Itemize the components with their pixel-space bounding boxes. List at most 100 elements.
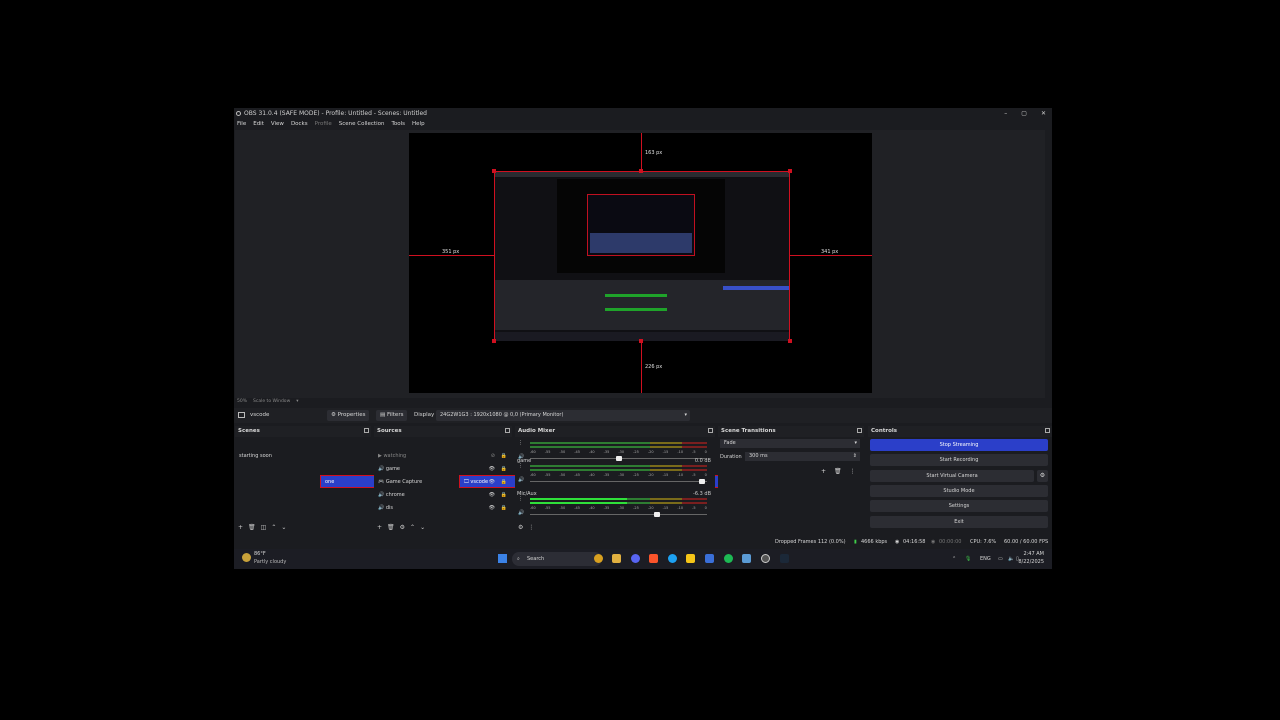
lock-icon[interactable]: 🔒 (501, 502, 507, 515)
arrow-up-icon[interactable]: ⌃ (410, 524, 415, 531)
arrow-down-icon[interactable]: ⌄ (420, 524, 425, 531)
lock-icon[interactable]: 🔒 (501, 463, 507, 476)
exit-button[interactable]: Exit (870, 516, 1048, 528)
start-virtual-camera-button[interactable]: Start Virtual Camera (870, 470, 1034, 482)
tray-chevron-icon[interactable]: ⌃ (952, 549, 956, 569)
chevron-down-icon[interactable]: ▾ (296, 398, 298, 406)
eye-icon[interactable]: 👁 (489, 489, 495, 502)
speaker-icon[interactable]: 🔊 (518, 477, 524, 483)
settings-button[interactable]: Settings (870, 500, 1048, 512)
add-icon[interactable]: + (377, 524, 382, 531)
filter-icon[interactable]: ◫ (261, 524, 267, 531)
resize-handle-bl[interactable] (492, 339, 496, 343)
lock-icon[interactable]: 🔒 (501, 450, 507, 463)
steam-icon[interactable] (780, 554, 789, 563)
menu-docks[interactable]: Docks (291, 119, 308, 129)
volume-fader[interactable] (530, 479, 707, 484)
speaker-icon[interactable]: 🔊 (518, 510, 524, 516)
arrow-down-icon[interactable]: ⌄ (281, 524, 286, 531)
widget-icon[interactable] (594, 554, 603, 563)
menu-tools[interactable]: Tools (391, 119, 405, 129)
virtual-camera-settings-button[interactable]: ⚙ (1037, 470, 1048, 482)
fader-knob[interactable] (698, 479, 705, 484)
more-icon[interactable]: ⋮ (518, 463, 523, 469)
trash-icon[interactable]: 🗑 (387, 524, 395, 531)
eye-icon[interactable]: 👁 (489, 502, 495, 515)
edge-icon[interactable] (668, 554, 677, 563)
minimize-button[interactable]: – (1004, 108, 1007, 119)
fader-knob[interactable] (654, 512, 661, 517)
preview-canvas[interactable]: 163 px 351 px 341 px 226 px (409, 133, 872, 393)
float-dock-icon[interactable] (505, 428, 510, 433)
menu-scene-collection[interactable]: Scene Collection (339, 119, 385, 129)
transition-select[interactable]: Fade ▾ (720, 439, 860, 448)
start-recording-button[interactable]: Start Recording (870, 454, 1048, 466)
more-icon[interactable]: ⋮ (850, 468, 856, 475)
clock-date[interactable]: 8/22/2025 (1018, 559, 1044, 565)
more-icon[interactable]: ⋮ (518, 440, 523, 446)
source-item[interactable]: 🔊 game 👁 🔒 (374, 463, 512, 476)
taskbar-search[interactable]: ⌕ Search (512, 552, 602, 566)
properties-button[interactable]: ⚙ Properties (327, 410, 370, 421)
selected-source-vscode[interactable] (494, 171, 790, 341)
resize-handle-tr[interactable] (788, 169, 792, 173)
more-icon[interactable]: ⋮ (518, 496, 523, 502)
add-icon[interactable]: + (821, 468, 826, 475)
more-icon[interactable]: ⋮ (528, 524, 534, 531)
float-dock-icon[interactable] (708, 428, 713, 433)
network-icon[interactable]: ▭ (998, 549, 1003, 569)
maximize-button[interactable]: ▢ (1021, 108, 1027, 119)
source-item[interactable]: 🎮 Game Capture 👁 🔒 (374, 476, 512, 489)
preview-area[interactable]: 163 px 351 px 341 px 226 px (235, 130, 1045, 398)
windows-start-icon[interactable] (498, 554, 507, 563)
menu-view[interactable]: View (271, 119, 284, 129)
obs-taskbar-icon[interactable] (761, 554, 770, 563)
weather-desc[interactable]: Partly cloudy (254, 559, 286, 565)
lock-icon[interactable]: 🔒 (501, 476, 507, 489)
spotify-icon[interactable] (724, 554, 733, 563)
eye-icon[interactable]: 👁 (489, 476, 495, 489)
notes-icon[interactable] (686, 554, 695, 563)
eye-hidden-icon[interactable]: ⊘ (491, 450, 495, 463)
source-item[interactable]: 🔊 dis 👁 🔒 (374, 502, 512, 515)
vscode-icon[interactable] (705, 554, 714, 563)
file-explorer-icon[interactable] (612, 554, 621, 563)
close-button[interactable]: ✕ (1041, 108, 1046, 119)
display-select[interactable]: 24G2W1G3 : 1920x1080 @ 0,0 (Primary Moni… (436, 410, 690, 421)
eye-icon[interactable]: 👁 (489, 463, 495, 476)
menu-profile[interactable]: Profile (315, 119, 332, 129)
mic-icon[interactable]: 🎙 (965, 549, 971, 569)
volume-icon[interactable]: 🔈 (1008, 549, 1014, 569)
menu-edit[interactable]: Edit (253, 119, 264, 129)
source-item[interactable]: 🔊 chrome 👁 🔒 (374, 489, 512, 502)
scene-item[interactable]: starting soon (235, 450, 371, 463)
float-dock-icon[interactable] (364, 428, 369, 433)
spin-icon[interactable]: ⇕ (853, 452, 857, 461)
scale-mode[interactable]: Scale to Window (253, 398, 290, 406)
app-icon[interactable] (742, 554, 751, 563)
clock-time[interactable]: 2:47 AM (1023, 551, 1044, 557)
gear-icon[interactable]: ⚙ (400, 524, 405, 531)
duration-input[interactable]: 300 ms ⇕ (745, 452, 860, 461)
weather-temp[interactable]: 86°F (254, 551, 266, 557)
resize-handle-tl[interactable] (492, 169, 496, 173)
menu-help[interactable]: Help (412, 119, 425, 129)
add-icon[interactable]: + (238, 524, 243, 531)
brave-icon[interactable] (649, 554, 658, 563)
menu-file[interactable]: File (237, 119, 246, 129)
float-dock-icon[interactable] (1045, 428, 1050, 433)
source-item[interactable]: ▶ watching ⊘ 🔒 (374, 450, 512, 463)
gear-icon[interactable]: ⚙ (518, 524, 523, 531)
stop-streaming-button[interactable]: Stop Streaming (870, 439, 1048, 451)
resize-handle-br[interactable] (788, 339, 792, 343)
zoom-level[interactable]: 50% (237, 398, 247, 406)
trash-icon[interactable]: 🗑 (248, 524, 256, 531)
language-indicator[interactable]: ENG (980, 549, 991, 569)
studio-mode-button[interactable]: Studio Mode (870, 485, 1048, 497)
float-dock-icon[interactable] (857, 428, 862, 433)
arrow-up-icon[interactable]: ⌃ (271, 524, 276, 531)
volume-fader[interactable] (530, 512, 707, 517)
lock-icon[interactable]: 🔒 (501, 489, 507, 502)
trash-icon[interactable]: 🗑 (834, 468, 842, 475)
weather-icon[interactable] (242, 553, 251, 562)
